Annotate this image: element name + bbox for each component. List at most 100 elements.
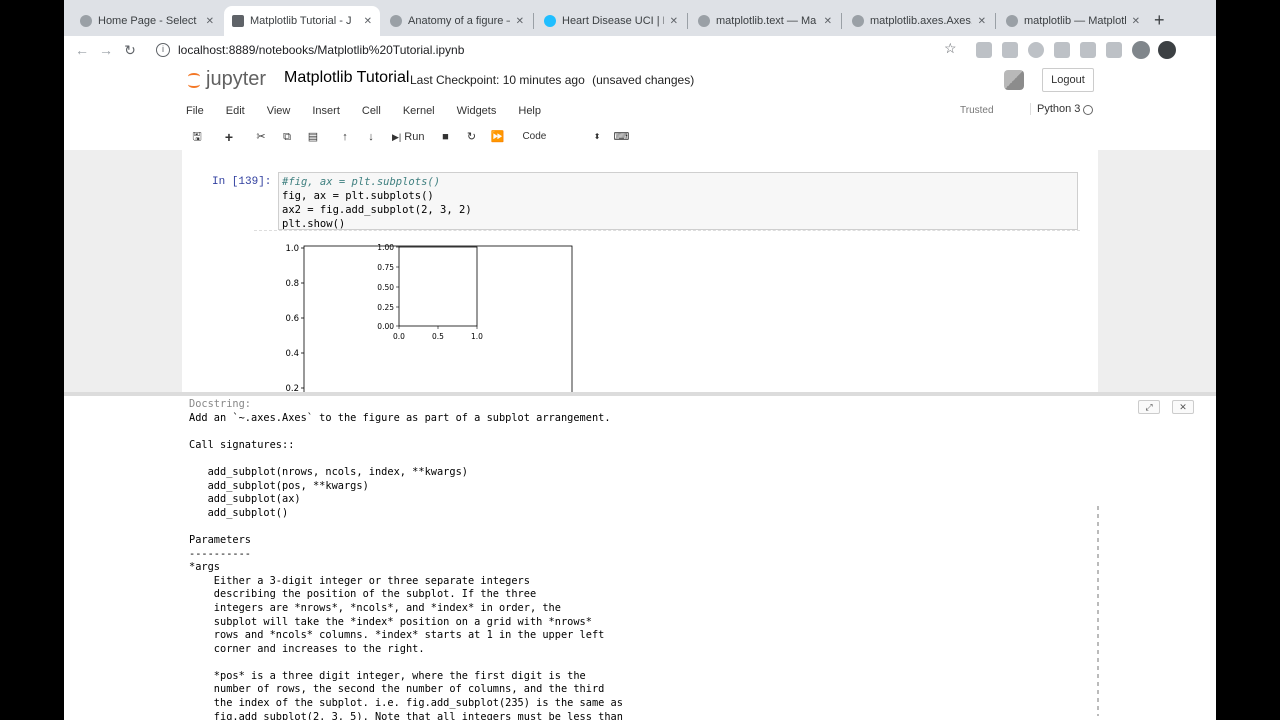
close-icon[interactable]: ✕ <box>364 16 372 27</box>
tab-matplotlib-axes[interactable]: matplotlib.axes.Axes.t ✕ <box>844 6 994 36</box>
globe-icon <box>390 15 402 27</box>
browser-toolbar: ← → ↻ i localhost:8889/notebooks/Matplot… <box>64 36 1216 64</box>
logout-button[interactable]: Logout <box>1042 68 1094 92</box>
inset-ytick-label: 1.00 <box>377 243 394 252</box>
inset-axes-frame <box>398 246 478 327</box>
menu-insert[interactable]: Insert <box>312 105 340 117</box>
tab-matplotlib[interactable]: matplotlib — Matplotl ✕ <box>998 6 1148 36</box>
stop-icon[interactable]: ■ <box>434 127 456 147</box>
close-icon[interactable]: ✕ <box>670 16 678 27</box>
menu-kernel[interactable]: Kernel <box>403 105 435 117</box>
extension-icon[interactable] <box>976 42 992 58</box>
main-ytick-label: 0.6 <box>285 314 299 324</box>
close-icon[interactable]: ✕ <box>824 16 832 27</box>
move-up-icon[interactable]: ↑ <box>334 127 356 147</box>
extension-icon[interactable] <box>1054 42 1070 58</box>
kaggle-icon <box>544 15 556 27</box>
main-ytick-label: 0.8 <box>285 279 299 289</box>
paste-icon[interactable]: ▤ <box>302 127 324 147</box>
jupyter-logo-text: jupyter <box>206 68 267 90</box>
jupyter-favicon-icon <box>80 15 92 27</box>
jupyter-logo[interactable]: jupyter <box>188 68 266 91</box>
pager-scrollbar[interactable] <box>1097 506 1099 716</box>
keyboard-icon[interactable]: ⌨ <box>610 127 632 147</box>
menu-help[interactable]: Help <box>518 105 541 117</box>
menu-file[interactable]: File <box>186 105 204 117</box>
move-down-icon[interactable]: ↓ <box>360 127 382 147</box>
tab-title: matplotlib.text — Ma <box>716 15 817 27</box>
inset-xtick-label: 0.0 <box>393 332 405 341</box>
menu-edit[interactable]: Edit <box>226 105 245 117</box>
back-arrow-icon[interactable]: ← <box>70 42 94 58</box>
copy-icon[interactable]: ⧉ <box>276 127 298 147</box>
inset-ytick-label: 0.75 <box>377 263 394 272</box>
cell-type-select[interactable]: Code ⬍ <box>518 128 602 146</box>
notebook-favicon-icon <box>232 15 244 27</box>
run-label: Run <box>404 131 425 143</box>
unsaved-indicator: (unsaved changes) <box>592 73 695 87</box>
menu-cell[interactable]: Cell <box>362 105 381 117</box>
info-icon[interactable]: i <box>156 43 170 57</box>
close-icon[interactable]: ✕ <box>1132 16 1140 27</box>
help-pager: ⤢ ✕ Docstring: Add an `~.axes.Axes` to t… <box>64 396 1216 720</box>
restart-icon[interactable]: ↻ <box>460 127 482 147</box>
figure-output: 1.0 0.8 0.6 0.4 0.2 1.00 0.75 0.50 0.25 … <box>274 242 594 407</box>
kernel-name[interactable]: Python 3 <box>1030 103 1080 115</box>
profile-icon[interactable] <box>1158 41 1176 59</box>
profile-avatar[interactable] <box>1132 41 1150 59</box>
save-icon[interactable]: 🖫 <box>186 127 208 147</box>
figure-canvas: 1.0 0.8 0.6 0.4 0.2 1.00 0.75 0.50 0.25 … <box>285 243 573 407</box>
docstring-body: Add an `~.axes.Axes` to the figure as pa… <box>189 411 623 720</box>
inset-ytick-label: 0.00 <box>377 322 394 331</box>
menu-widgets[interactable]: Widgets <box>457 105 497 117</box>
new-tab-button[interactable]: + <box>1154 10 1165 31</box>
tab-heart-disease[interactable]: Heart Disease UCI | K ✕ <box>536 6 686 36</box>
cell-divider <box>254 230 1080 231</box>
run-button[interactable]: ▶| Run <box>392 131 424 143</box>
forward-arrow-icon[interactable]: → <box>94 42 118 58</box>
tab-title: Home Page - Select or <box>98 15 200 27</box>
extension-icon[interactable] <box>1080 42 1096 58</box>
tab-title: Heart Disease UCI | K <box>562 15 664 27</box>
close-icon[interactable]: ✕ <box>978 16 986 27</box>
expand-pager-icon[interactable]: ⤢ <box>1138 400 1160 414</box>
close-pager-icon[interactable]: ✕ <box>1172 400 1194 414</box>
tab-anatomy-of-figure[interactable]: Anatomy of a figure — ✕ <box>382 6 532 36</box>
checkpoint-text: Last Checkpoint: 10 minutes ago <box>410 73 585 87</box>
cell-type-value: Code <box>522 131 547 142</box>
star-icon[interactable]: ☆ <box>944 40 957 57</box>
close-icon[interactable]: ✕ <box>206 16 214 27</box>
menu-view[interactable]: View <box>267 105 291 117</box>
code-line: #fig, ax = plt.subplots() <box>282 176 441 188</box>
extension-icon[interactable] <box>1028 42 1044 58</box>
tab-matplotlib-tutorial[interactable]: Matplotlib Tutorial - J ✕ <box>224 6 380 36</box>
main-ytick-label: 1.0 <box>285 244 299 254</box>
inset-ytick-label: 0.25 <box>377 303 394 312</box>
trusted-indicator[interactable]: Trusted <box>960 105 994 116</box>
tab-title: Matplotlib Tutorial - J <box>250 15 352 27</box>
main-ytick-line <box>301 247 304 389</box>
add-cell-icon[interactable]: + <box>218 127 240 147</box>
main-ytick-label: 0.4 <box>285 349 299 359</box>
tab-title: matplotlib.axes.Axes.t <box>870 15 972 27</box>
docstring-text: Docstring: Add an `~.axes.Axes` to the f… <box>189 398 623 720</box>
tab-matplotlib-text[interactable]: matplotlib.text — Ma ✕ <box>690 6 840 36</box>
tab-title: matplotlib — Matplotl <box>1024 15 1126 27</box>
inset-xtick-label: 0.5 <box>432 332 444 341</box>
notebook-name[interactable]: Matplotlib Tutorial <box>284 69 409 87</box>
matplotlib-favicon-icon <box>1006 15 1018 27</box>
code-line: fig, ax = plt.subplots() <box>282 190 434 202</box>
tab-title: Anatomy of a figure — <box>408 15 510 27</box>
tab-home-page[interactable]: Home Page - Select or ✕ <box>72 6 222 36</box>
cut-icon[interactable]: ✂ <box>250 127 272 147</box>
fast-forward-icon[interactable]: ⏩ <box>486 127 508 147</box>
reload-icon[interactable]: ↻ <box>118 42 142 59</box>
matplotlib-favicon-icon <box>852 15 864 27</box>
close-icon[interactable]: ✕ <box>516 16 524 27</box>
extension-icon[interactable] <box>1002 42 1018 58</box>
extension-icon[interactable] <box>1106 42 1122 58</box>
checkpoint-status: Last Checkpoint: 10 minutes ago (unsaved… <box>410 73 694 87</box>
address-bar[interactable]: i localhost:8889/notebooks/Matplotlib%20… <box>156 38 464 62</box>
matplotlib-favicon-icon <box>698 15 710 27</box>
docstring-header: Docstring: <box>189 398 251 410</box>
